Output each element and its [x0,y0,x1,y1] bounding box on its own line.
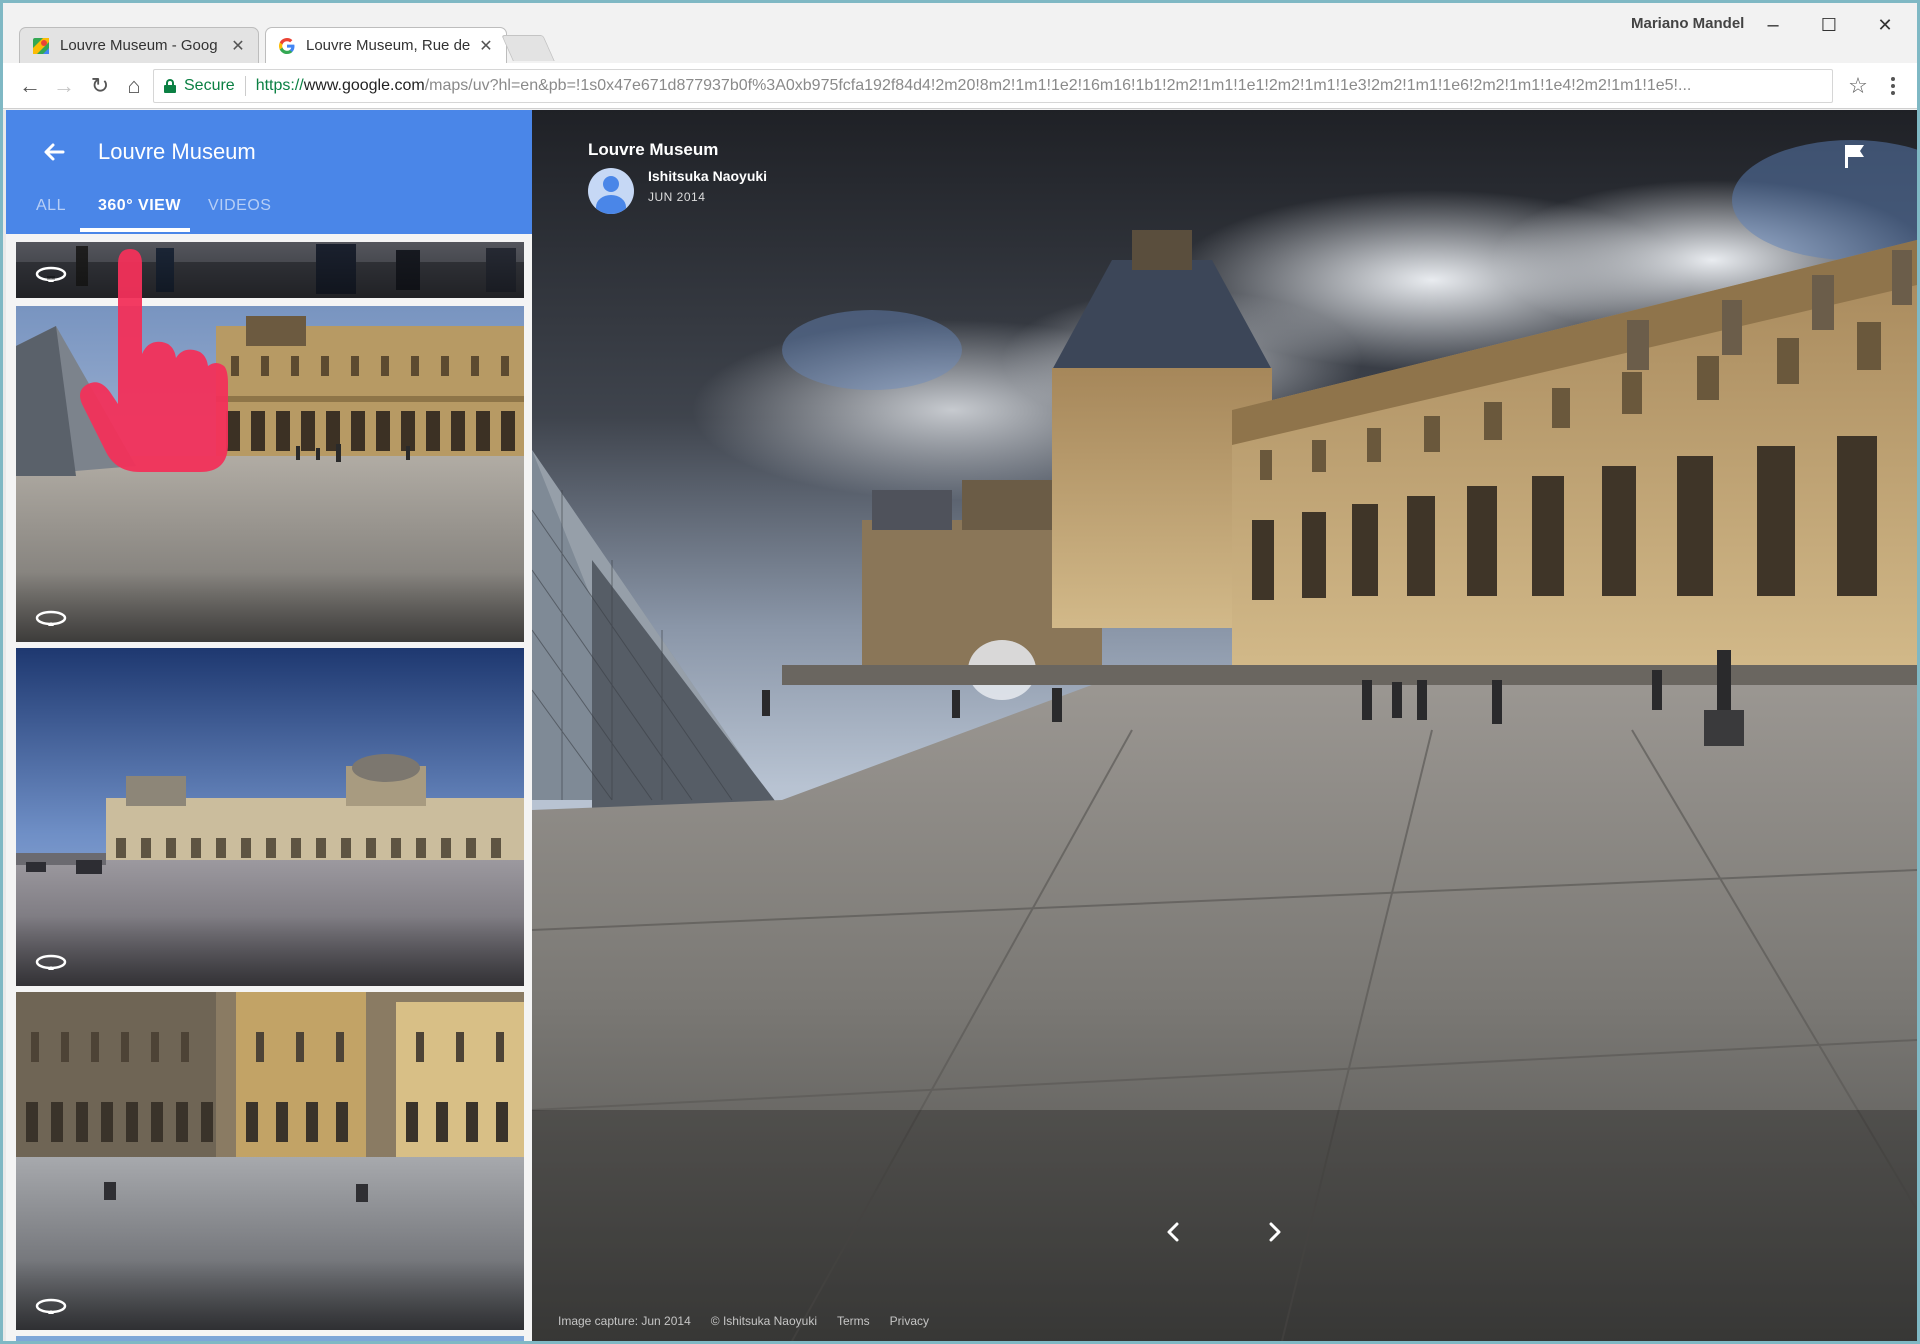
panorama-image[interactable] [532,110,1917,1341]
chevron-left-icon [1167,1222,1179,1242]
capture-date: JUN 2014 [648,190,706,204]
close-window-icon[interactable]: ✕ [1865,11,1905,39]
tab-videos[interactable]: VIDEOS [208,192,271,220]
active-tab-indicator [80,228,190,232]
browser-window: Louvre Museum - Goog ✕ Louvre Museum, Ru… [0,0,1920,1344]
back-button[interactable]: ← [15,71,45,101]
tab-title: Louvre Museum - Goog [60,37,218,54]
tab-louvre-street-view[interactable]: Louvre Museum, Rue de ✕ [265,27,507,63]
chevron-right-icon [1269,1222,1281,1242]
author-name[interactable]: Ishitsuka Naoyuki [648,168,767,184]
flag-report-icon[interactable] [1842,142,1868,170]
page-content: Louvre Museum ALL 360° VIEW VIDEOS Louvr… [3,110,1917,1341]
forward-button[interactable]: → [49,71,79,101]
profile-name[interactable]: Mariano Mandel [1631,15,1744,32]
new-tab-button[interactable] [501,35,555,61]
author-avatar[interactable] [588,168,634,214]
minimize-icon[interactable]: – [1753,11,1793,39]
home-button[interactable]: ⌂ [119,71,149,101]
url-host: www.google.com [303,77,425,94]
terms-link[interactable]: Terms [837,1314,870,1328]
tab-louvre-maps[interactable]: Louvre Museum - Goog ✕ [19,27,259,63]
browser-toolbar: ← → ↻ ⌂ Secure https:// www.google.com /… [3,63,1917,109]
google-icon [278,37,296,55]
photos-panel: Louvre Museum ALL 360° VIEW VIDEOS [6,110,532,1341]
url-scheme: https:// [255,77,304,94]
photo-thumbnail[interactable] [16,648,524,986]
image-capture-date: Image capture: Jun 2014 [558,1314,691,1328]
thumbnail-shade [16,572,524,642]
copyright-credit[interactable]: © Ishitsuka Naoyuki [711,1314,817,1328]
tab-360-view[interactable]: 360° VIEW [98,192,181,220]
privacy-link[interactable]: Privacy [890,1314,929,1328]
360-pano-icon [35,610,67,626]
panel-header: Louvre Museum ALL 360° VIEW VIDEOS [6,110,532,234]
reload-button[interactable]: ↻ [85,71,115,101]
viewer-footer: Image capture: Jun 2014 © Ishitsuka Naoy… [558,1314,929,1328]
360-pano-icon [35,1298,67,1314]
lock-icon [164,79,176,93]
address-bar[interactable]: Secure https:// www.google.com /maps/uv?… [153,69,1833,103]
tab-title: Louvre Museum, Rue de [306,37,470,54]
street-view-viewer[interactable]: Louvre Museum Ishitsuka Naoyuki JUN 2014 [532,110,1917,1341]
tab-all[interactable]: ALL [36,192,66,220]
tab-close-icon[interactable]: ✕ [230,36,246,56]
previous-photo-button[interactable] [1154,1212,1194,1252]
360-pano-icon [35,266,67,282]
next-photo-button[interactable] [1254,1212,1294,1252]
place-name[interactable]: Louvre Museum [588,140,767,160]
secure-label: Secure [184,77,235,94]
bookmark-star-icon[interactable]: ☆ [1843,71,1873,101]
360-pano-icon [35,954,67,970]
tab-strip: Louvre Museum - Goog ✕ Louvre Museum, Ru… [3,3,1917,63]
omnibox-separator [244,76,246,96]
thumbnail-shade [16,1260,524,1330]
google-maps-icon [32,37,50,55]
tab-close-icon[interactable]: ✕ [478,36,494,56]
photo-thumbnail[interactable] [16,992,524,1330]
url-path: /maps/uv?hl=en&pb=!1s0x47e671d877937b0f%… [424,77,1692,94]
maximize-icon[interactable]: ☐ [1809,11,1849,39]
pointing-hand-cursor [80,249,228,472]
viewer-info-card: Louvre Museum Ishitsuka Naoyuki JUN 2014 [588,140,767,214]
panel-title: Louvre Museum [98,139,256,164]
thumbnail-shade [16,916,524,986]
photo-thumbnail-partial[interactable] [16,1336,524,1341]
back-arrow-icon[interactable] [34,132,74,172]
browser-menu-icon[interactable] [1881,71,1905,101]
